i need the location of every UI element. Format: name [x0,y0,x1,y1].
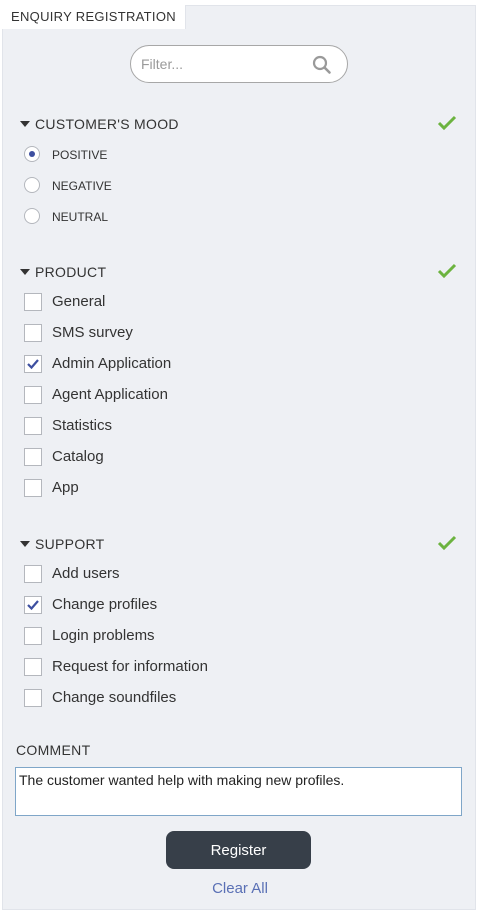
checkbox[interactable] [24,479,42,497]
option-label: NEUTRAL [52,210,109,224]
option-label: SMS survey [52,324,133,341]
option-label: Statistics [52,417,113,434]
section-header-customers-mood[interactable]: CUSTOMER'S MOOD [20,114,179,134]
register-button[interactable]: Register [166,831,311,869]
option-label: Request for information [52,658,208,675]
caret-down-icon [20,269,30,275]
section-header-support[interactable]: SUPPORT [20,534,105,554]
checkbox[interactable] [24,658,42,676]
filter-input[interactable] [141,54,301,74]
green-checkmark-icon [437,115,457,131]
filter-box[interactable] [130,45,348,83]
checkbox[interactable] [24,355,42,373]
radio-button[interactable] [24,208,40,224]
section-title: PRODUCT [35,264,107,280]
option-label: General [52,293,106,310]
option-label: Catalog [52,448,104,465]
option-label: Change soundfiles [52,689,177,706]
caret-down-icon [20,541,30,547]
option-label: NEGATIVE [52,179,112,193]
option-label: POSITIVE [52,148,108,162]
option-label: Add users [52,565,120,582]
radio-selected-dot [29,151,35,157]
panel-title-tab: ENQUIRY REGISTRATION [2,5,186,29]
clear-all-link[interactable]: Clear All [0,880,480,897]
search-icon[interactable] [312,55,332,75]
checkbox[interactable] [24,689,42,707]
option-label: Change profiles [52,596,158,613]
checkbox[interactable] [24,596,42,614]
option-label: Agent Application [52,386,168,403]
checkbox[interactable] [24,565,42,583]
checkbox[interactable] [24,417,42,435]
green-checkmark-icon [437,263,457,279]
caret-down-icon [20,121,30,127]
option-label: Admin Application [52,355,172,372]
checkbox[interactable] [24,386,42,404]
comment-label: COMMENT [16,742,91,758]
green-checkmark-icon [437,535,457,551]
section-title: CUSTOMER'S MOOD [35,116,179,132]
section-header-product[interactable]: PRODUCT [20,262,106,282]
option-label: App [52,479,79,496]
checkbox[interactable] [24,627,42,645]
radio-button[interactable] [24,177,40,193]
checkbox[interactable] [24,324,42,342]
checkbox[interactable] [24,293,42,311]
radio-button[interactable] [24,146,40,162]
option-label: Login problems [52,627,155,644]
checkbox[interactable] [24,448,42,466]
comment-textarea[interactable]: The customer wanted help with making new… [15,767,462,816]
section-title: SUPPORT [35,536,105,552]
